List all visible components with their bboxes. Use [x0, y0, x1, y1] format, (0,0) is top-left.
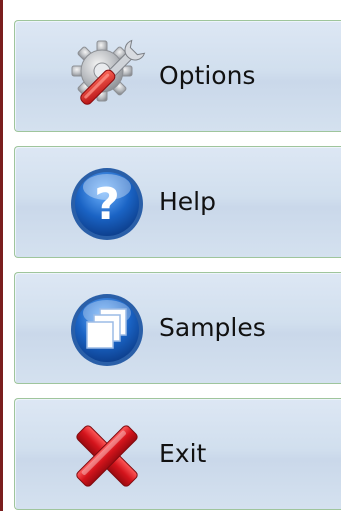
- panel-left-border: [0, 0, 3, 511]
- samples-label: Samples: [159, 313, 266, 342]
- menu-panel: Options ? Help Samples Exit: [0, 0, 341, 511]
- exit-label: Exit: [159, 439, 207, 468]
- options-label: Options: [159, 61, 256, 90]
- close-icon: [66, 415, 148, 497]
- settings-wrench-icon: [66, 37, 148, 119]
- exit-button[interactable]: Exit: [14, 398, 341, 510]
- svg-text:?: ?: [94, 179, 120, 230]
- options-button[interactable]: Options: [14, 20, 341, 132]
- samples-button[interactable]: Samples: [14, 272, 341, 384]
- help-label: Help: [159, 187, 216, 216]
- help-icon: ?: [66, 163, 148, 245]
- help-button[interactable]: ? Help: [14, 146, 341, 258]
- windows-icon: [66, 289, 148, 371]
